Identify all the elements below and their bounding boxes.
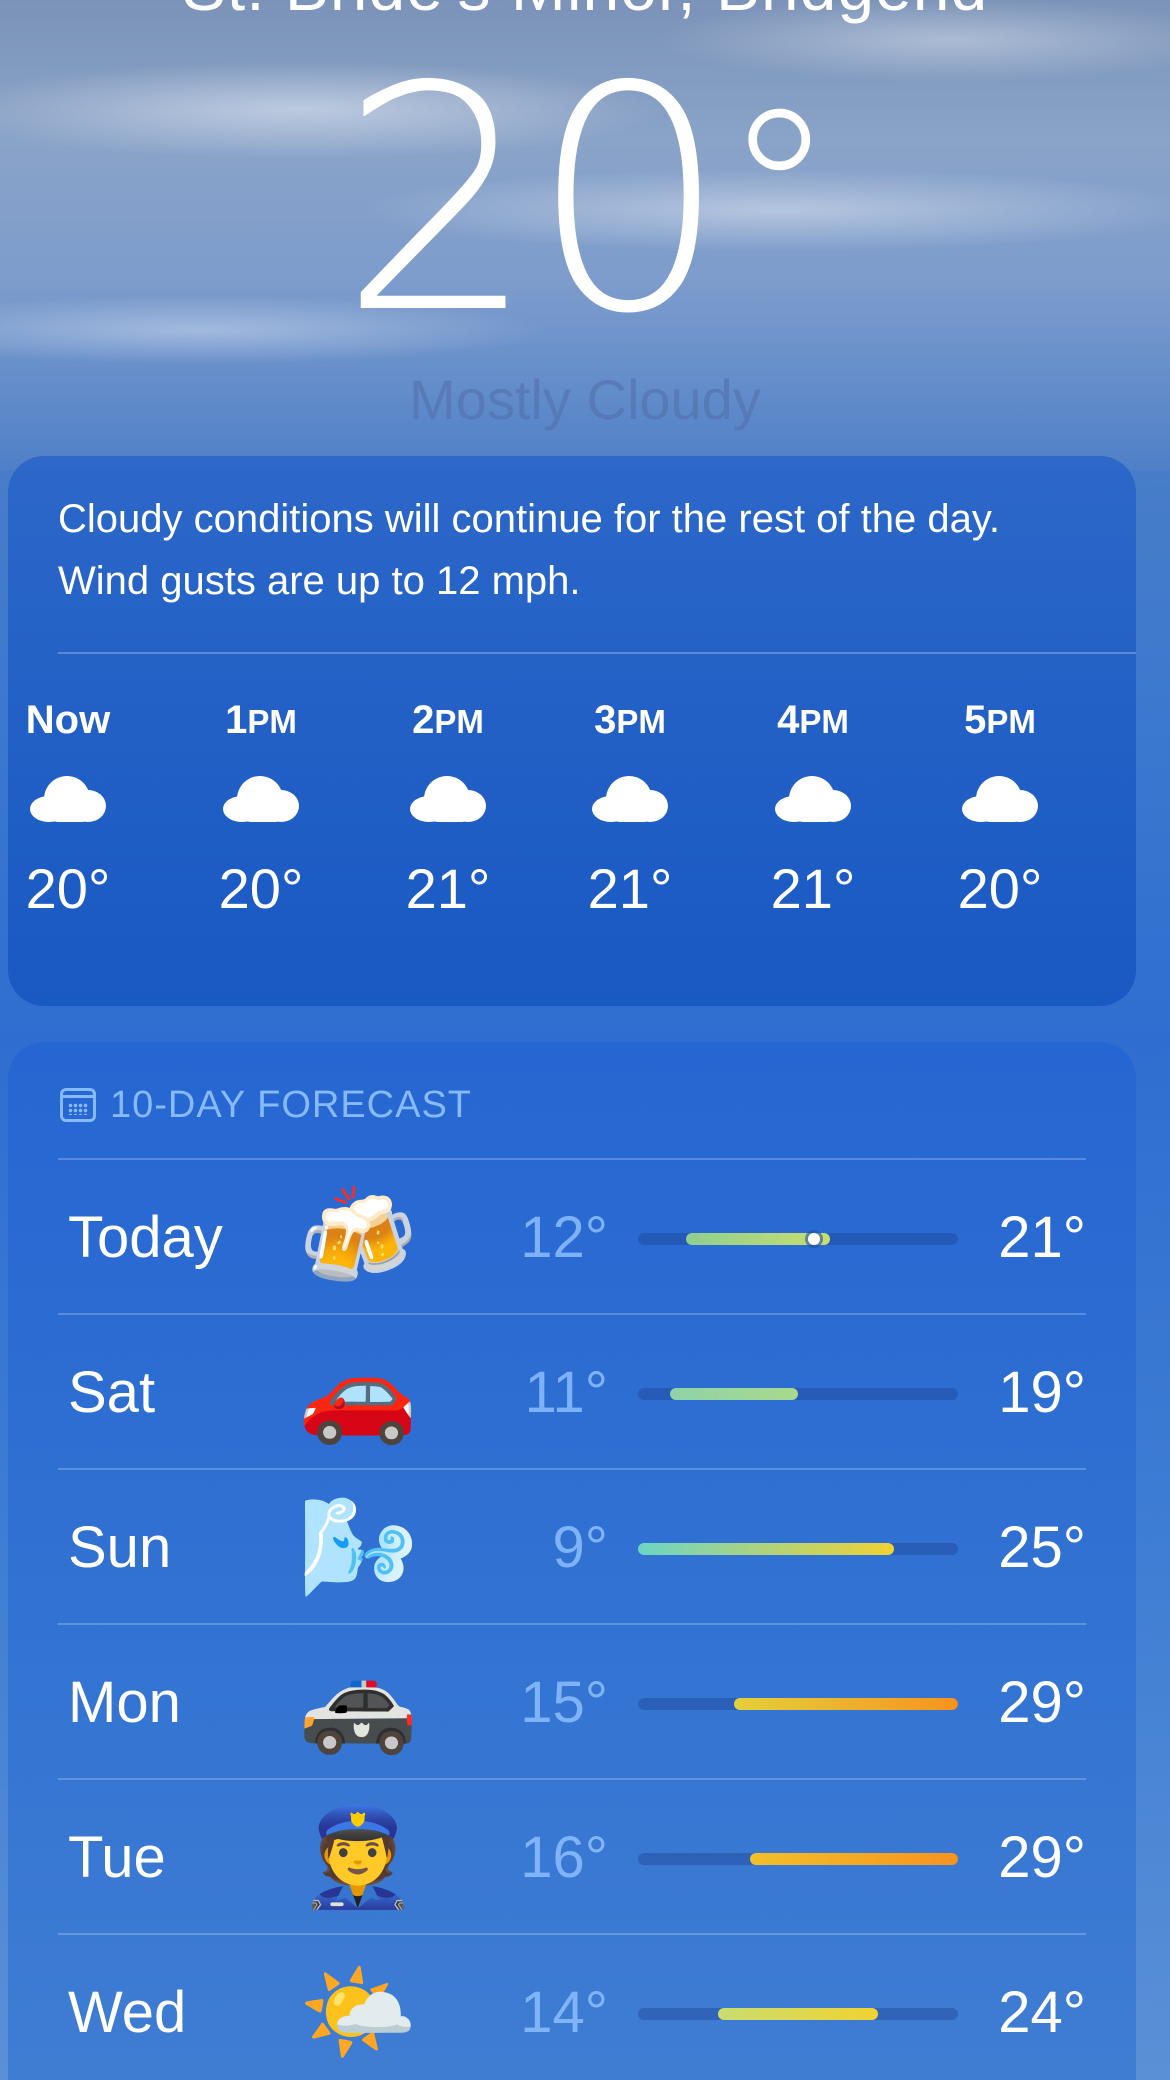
forecast-day: Tue (68, 1825, 166, 1890)
hourly-time: 2PM (373, 696, 523, 744)
forecast-high: 21° (998, 1205, 1086, 1270)
hourly-temp: 20° (25, 857, 111, 920)
temperature-range-bar (638, 1543, 958, 1555)
police-officer-icon: 👮 (298, 1801, 418, 1913)
current-temp-marker (808, 1233, 820, 1245)
temperature-range-fill (718, 2008, 878, 2020)
hourly-time-ampm: PM (434, 703, 484, 740)
hourly-item: 3PM 21° (555, 696, 705, 924)
cloud-icon (410, 776, 486, 822)
forecast-row-sun[interactable]: Sun 🌬️ 9° 25° (58, 1470, 1086, 1625)
sun-behind-cloud-icon: 🌤️ (298, 1956, 418, 2068)
forecast-day: Wed (68, 1980, 187, 2045)
current-temperature: 20° (0, 47, 1170, 357)
forecast-row-wed[interactable]: Wed 🌤️ 14° 24° (58, 1935, 1086, 2080)
ten-day-forecast-card[interactable]: 10-DAY FORECAST Today 🍻 12° 21° Sat 🚗 11° 19° Su… (8, 1042, 1136, 2080)
forecast-high: 25° (998, 1515, 1086, 1580)
current-temperature-value: 20 (339, 21, 727, 382)
hourly-item: Now 20° (0, 696, 143, 924)
cloud-icon (592, 776, 668, 822)
hourly-time: 1PM (186, 696, 336, 744)
forecast-row-tue[interactable]: Tue 👮 16° 29° (58, 1780, 1086, 1935)
hourly-time: 5PM (925, 696, 1075, 744)
hourly-time-value: 5 (964, 698, 987, 742)
temperature-range-bar (638, 2008, 958, 2020)
forecast-low: 15° (520, 1670, 608, 1735)
hourly-item: 2PM 21° (373, 696, 523, 924)
location-name: St. Bride's Minor, Bridgend (0, 0, 1170, 20)
hourly-temp: 20° (218, 857, 304, 920)
forecast-low: 12° (520, 1205, 608, 1270)
hourly-time-ampm: PM (247, 703, 297, 740)
hourly-time-ampm: PM (616, 703, 666, 740)
temperature-range-fill (734, 1698, 958, 1710)
forecast-high: 29° (998, 1825, 1086, 1890)
hourly-icon-wrap (0, 744, 143, 854)
temperature-range-fill (638, 1543, 894, 1555)
forecast-low: 14° (520, 1980, 608, 2045)
hourly-icon-wrap (555, 744, 705, 854)
hourly-item: 4PM 21° (738, 696, 888, 924)
degree-symbol: ° (721, 62, 837, 329)
hourly-time-value: 1 (225, 698, 248, 742)
hourly-icon-wrap (738, 744, 888, 854)
police-car-icon: 🚓 (298, 1646, 418, 1758)
hourly-temp: 21° (405, 857, 491, 920)
cloud-icon (775, 776, 851, 822)
forecast-low: 9° (552, 1515, 608, 1580)
forecast-day: Mon (68, 1670, 181, 1735)
hourly-strip[interactable]: Now 20° 1PM 20° 2PM 21° 3PM 21° 4PM 21° 5PM 20° (26, 696, 1128, 956)
hourly-icon-wrap (925, 744, 1075, 854)
forecast-row-mon[interactable]: Mon 🚓 15° 29° (58, 1625, 1086, 1780)
forecast-day: Today (68, 1205, 223, 1270)
cloud-icon (223, 776, 299, 822)
beer-mugs-icon: 🍻 (298, 1181, 418, 1293)
forecast-row-today[interactable]: Today 🍻 12° 21° (58, 1160, 1086, 1315)
hourly-icon-wrap (186, 744, 336, 854)
hourly-temp: 21° (587, 857, 673, 920)
calendar-icon (60, 1088, 96, 1122)
hourly-icon-wrap (373, 744, 523, 854)
temperature-range-bar (638, 1698, 958, 1710)
divider (58, 652, 1136, 654)
forecast-high: 24° (998, 1980, 1086, 2045)
forecast-day: Sun (68, 1515, 172, 1580)
hourly-time-value: 2 (412, 698, 435, 742)
hourly-item: 1PM 20° (186, 696, 336, 924)
temperature-range-fill (750, 1853, 958, 1865)
cloud-icon (962, 776, 1038, 822)
forecast-day: Sat (68, 1360, 156, 1425)
hourly-summary: Cloudy conditions will continue for the … (58, 497, 1000, 603)
forecast-header-label: 10-DAY FORECAST (110, 1083, 473, 1126)
hourly-time-value: 3 (594, 698, 617, 742)
cloud-icon (30, 776, 106, 822)
hourly-time-value: 4 (777, 698, 800, 742)
temperature-range-bar (638, 1388, 958, 1400)
forecast-row-sat[interactable]: Sat 🚗 11° 19° (58, 1315, 1086, 1470)
hourly-time: 3PM (555, 696, 705, 744)
hourly-time-ampm: PM (799, 703, 849, 740)
hourly-item: 5PM 20° (925, 696, 1075, 924)
hourly-forecast-card[interactable]: Cloudy conditions will continue for the … (8, 456, 1136, 1006)
wind-face-icon: 🌬️ (298, 1491, 418, 1603)
forecast-header: 10-DAY FORECAST (60, 1080, 472, 1130)
hourly-temp: 20° (957, 857, 1043, 920)
forecast-high: 29° (998, 1670, 1086, 1735)
forecast-low: 16° (520, 1825, 608, 1890)
hourly-time-ampm: PM (986, 703, 1036, 740)
hourly-time-value: Now (25, 698, 111, 742)
forecast-low: 11° (524, 1360, 608, 1425)
temperature-range-bar (638, 1853, 958, 1865)
hourly-temp: 21° (770, 857, 856, 920)
forecast-high: 19° (998, 1360, 1086, 1425)
temperature-range-bar (638, 1233, 958, 1245)
current-condition: Mostly Cloudy (409, 368, 761, 431)
hourly-time: 4PM (738, 696, 888, 744)
hourly-time: Now (0, 696, 143, 744)
temperature-range-fill (670, 1388, 798, 1400)
car-icon: 🚗 (298, 1336, 418, 1448)
